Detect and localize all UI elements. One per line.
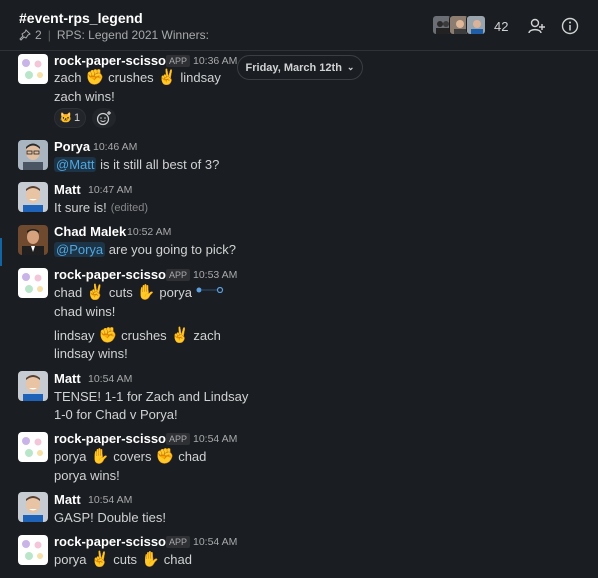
victory-hand-emoji: ✌️	[157, 69, 177, 86]
chevron-down-icon: ⌄	[346, 62, 355, 72]
message-author[interactable]: Matt	[54, 371, 81, 386]
message-author[interactable]: Porya	[54, 139, 90, 154]
message-text: @Porya are you going to pick?	[54, 242, 236, 257]
user-avatar[interactable]	[18, 182, 48, 212]
app-avatar[interactable]	[18, 535, 48, 565]
message-time[interactable]: 10:54 AM	[193, 433, 237, 445]
message-author[interactable]: rock-paper-scissors	[54, 431, 178, 446]
action-verb: covers	[113, 449, 152, 464]
message-author[interactable]: Matt	[54, 492, 81, 507]
member-avatars[interactable]	[432, 15, 486, 35]
message-text: porya ✋ covers ✊ chad	[54, 449, 206, 464]
player-b: lindsay	[180, 70, 221, 85]
unread-marker	[0, 238, 2, 266]
add-emoji-icon	[96, 111, 111, 126]
message-time[interactable]: 10:54 AM	[193, 536, 237, 548]
date-label: Friday, March 12th	[245, 61, 342, 74]
message-text: lindsay wins!	[54, 346, 128, 361]
add-reaction-button[interactable]	[92, 108, 116, 128]
message-time[interactable]: 10:36 AM	[193, 55, 237, 67]
message-text: @Matt is it still all best of 3?	[54, 157, 219, 172]
raised-hand-emoji: ✋	[141, 551, 160, 568]
fist-emoji: ✊	[155, 448, 175, 465]
member-count[interactable]: 42	[494, 19, 508, 34]
player-a: lindsay	[54, 328, 95, 343]
fist-emoji: ✊	[85, 69, 105, 86]
message-text: It sure is! (edited)	[54, 200, 148, 215]
message-time[interactable]: 10:54 AM	[88, 494, 132, 506]
message-text: GASP! Double ties!	[54, 510, 166, 525]
user-avatar[interactable]	[18, 225, 48, 255]
message-author[interactable]: rock-paper-scissors	[54, 534, 178, 549]
message-time[interactable]: 10:47 AM	[88, 184, 132, 196]
app-badge: APP	[166, 55, 191, 67]
player-a: porya	[54, 552, 87, 567]
pin-icon[interactable]	[19, 29, 31, 41]
player-a: porya	[54, 449, 87, 464]
player-a: chad	[54, 285, 83, 300]
app-avatar[interactable]	[18, 268, 48, 298]
member-avatar	[466, 15, 486, 35]
user-avatar[interactable]	[18, 371, 48, 401]
message-text: chad ✌️ cuts ✋ porya	[54, 285, 192, 300]
message-text: zach wins!	[54, 89, 115, 104]
app-badge: APP	[166, 269, 191, 281]
app-avatar[interactable]	[18, 432, 48, 462]
message-body: is it still all best of 3?	[96, 157, 220, 172]
message-author[interactable]: rock-paper-scissors	[54, 267, 178, 282]
fist-emoji: ✊	[98, 327, 118, 344]
edited-label: (edited)	[110, 201, 149, 214]
message-body: are you going to pick?	[105, 242, 236, 257]
channel-meta: 2 | RPS: Legend 2021 Winners:	[19, 28, 209, 42]
meta-separator: |	[47, 28, 51, 42]
pinned-count[interactable]: 2	[35, 28, 42, 42]
channel-header: #event-rps_legend 2 | RPS: Legend 2021 W…	[0, 0, 598, 51]
player-a: zach	[54, 70, 82, 85]
app-badge: APP	[166, 433, 191, 445]
action-verb: cuts	[113, 552, 138, 567]
message-time[interactable]: 10:54 AM	[88, 373, 132, 385]
message-text: porya wins!	[54, 468, 120, 483]
message-text: 1-0 for Chad v Porya!	[54, 407, 178, 422]
reaction-count: 1	[74, 112, 81, 124]
message-time[interactable]: 10:46 AM	[93, 141, 137, 153]
user-mention[interactable]: @Matt	[54, 157, 97, 172]
user-mention[interactable]: @Porya	[54, 242, 106, 257]
app-avatar[interactable]	[18, 54, 48, 84]
message-author[interactable]: rock-paper-scissors	[54, 53, 178, 68]
message-body: It sure is!	[54, 200, 107, 215]
channel-name[interactable]: #event-rps_legend	[19, 10, 143, 26]
message-text: TENSE! 1-1 for Zach and Lindsay	[54, 389, 249, 404]
victory-hand-emoji: ✌️	[170, 327, 190, 344]
app-badge: APP	[166, 536, 191, 548]
message-time[interactable]: 10:52 AM	[127, 226, 171, 238]
reaction-pill[interactable]: 🐱 1	[54, 108, 86, 128]
loading-indicator	[196, 287, 224, 293]
user-avatar[interactable]	[18, 492, 48, 522]
channel-topic[interactable]: RPS: Legend 2021 Winners:	[57, 28, 209, 42]
player-b: chad	[178, 449, 207, 464]
raised-hand-emoji: ✋	[136, 284, 156, 301]
player-b: porya	[159, 285, 192, 300]
add-person-icon[interactable]	[527, 16, 547, 36]
message-text: zach ✊ crushes ✌️ lindsay	[54, 70, 221, 85]
message-author[interactable]: Chad Malek	[54, 224, 126, 239]
player-b: zach	[193, 328, 221, 343]
action-verb: crushes	[108, 70, 154, 85]
user-avatar[interactable]	[18, 140, 48, 170]
message-author[interactable]: Matt	[54, 182, 81, 197]
reaction-emoji: 🐱	[59, 112, 73, 124]
victory-hand-emoji: ✌️	[90, 551, 110, 568]
action-verb: cuts	[108, 285, 133, 300]
message-time[interactable]: 10:53 AM	[193, 269, 237, 281]
message-text: lindsay ✊ crushes ✌️ zach	[54, 328, 221, 343]
date-divider[interactable]: Friday, March 12th ⌄	[237, 55, 363, 80]
victory-hand-emoji: ✌️	[86, 284, 105, 301]
message-text: chad wins!	[54, 304, 116, 319]
player-b: chad	[163, 552, 192, 567]
info-icon[interactable]	[560, 16, 580, 36]
action-verb: crushes	[121, 328, 167, 343]
raised-hand-emoji: ✋	[90, 448, 110, 465]
message-text: porya ✌️ cuts ✋ chad	[54, 552, 192, 567]
